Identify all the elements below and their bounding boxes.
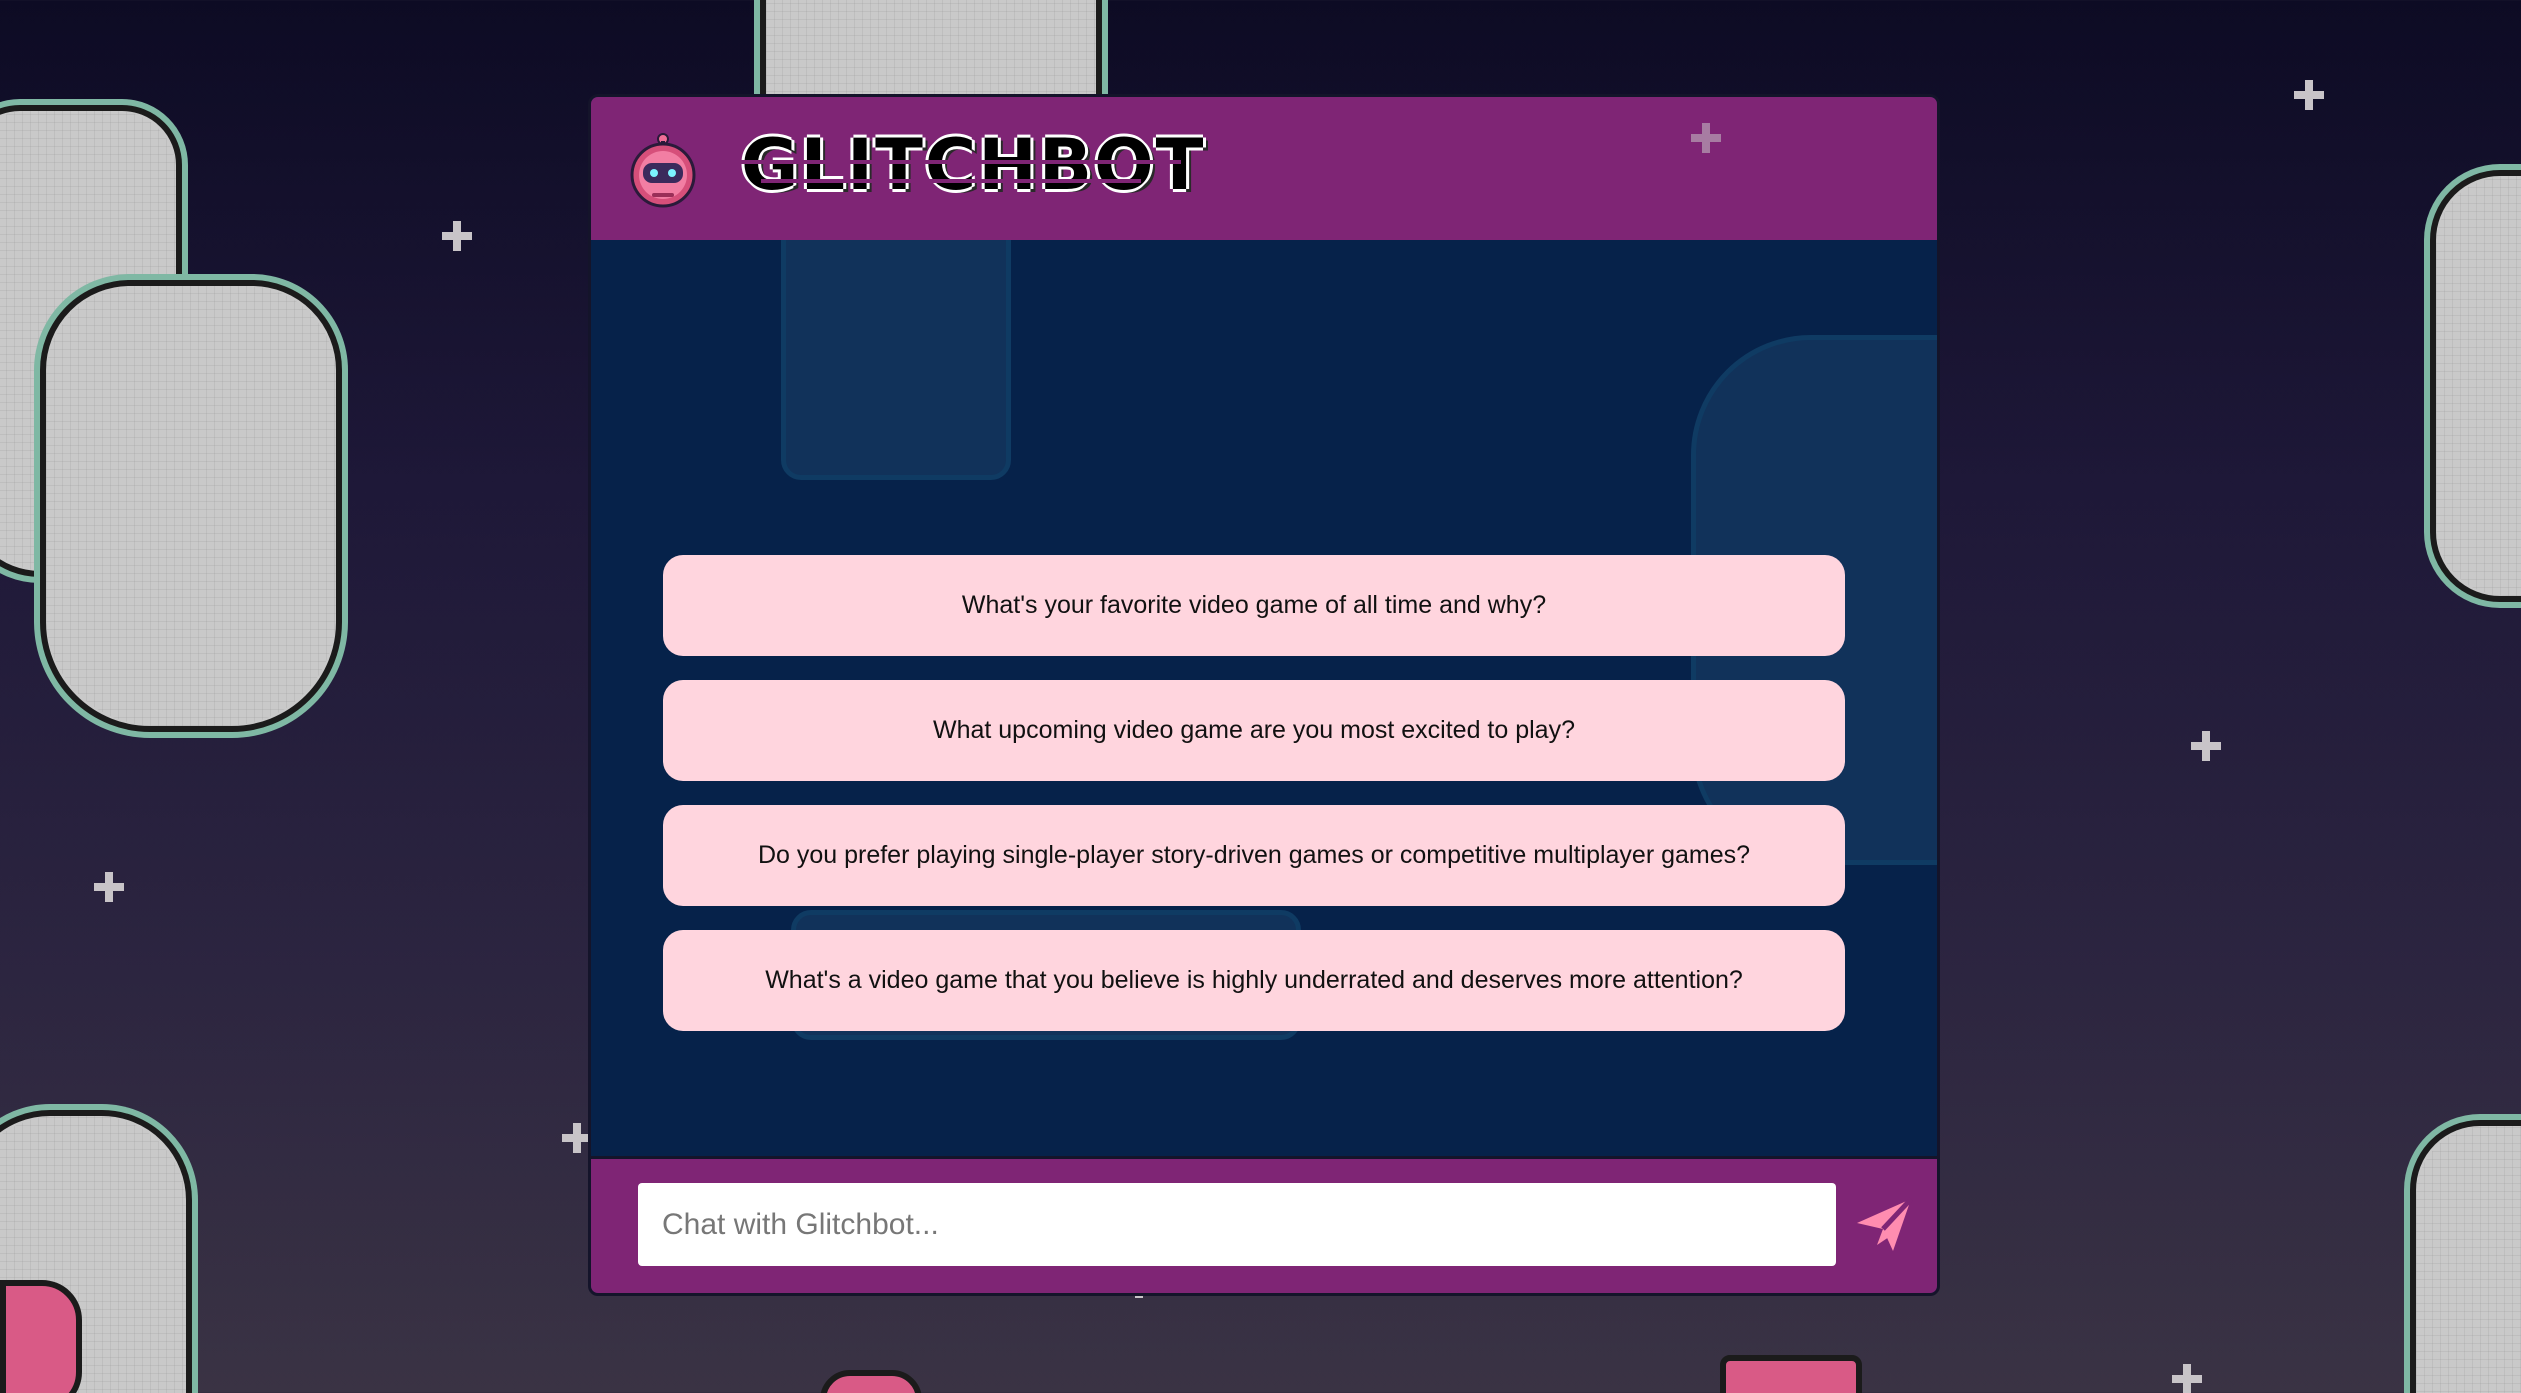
sparkle-icon bbox=[2294, 80, 2324, 110]
sparkle-icon bbox=[2191, 731, 2221, 761]
sparkle-icon bbox=[94, 872, 124, 902]
send-button[interactable] bbox=[1853, 1193, 1917, 1257]
app-title: GLITCHBOT bbox=[741, 124, 1206, 206]
pixel-speech-bubble bbox=[2430, 170, 2521, 602]
suggestion-button[interactable]: What's your favorite video game of all t… bbox=[663, 555, 1845, 656]
sparkle-icon bbox=[2172, 1364, 2202, 1393]
sparkle-icon bbox=[1691, 123, 1721, 153]
chat-window: GLITCHBOT What's your favorite video gam… bbox=[588, 94, 1940, 1296]
pixel-heart bbox=[1720, 1355, 1862, 1393]
send-icon bbox=[1857, 1197, 1913, 1251]
pixel-speech-bubble bbox=[40, 280, 342, 732]
suggestion-button[interactable]: What's a video game that you believe is … bbox=[663, 930, 1845, 1031]
sparkle-icon bbox=[442, 221, 472, 251]
pixel-speech-bubble bbox=[2410, 1120, 2521, 1393]
background-bubble bbox=[781, 240, 1011, 480]
suggestion-button[interactable]: Do you prefer playing single-player stor… bbox=[663, 805, 1845, 906]
chat-header: GLITCHBOT bbox=[591, 97, 1937, 240]
title-glitch-line bbox=[761, 179, 1141, 183]
pixel-heart bbox=[820, 1370, 922, 1393]
robot-avatar-icon bbox=[630, 133, 696, 208]
chat-input[interactable] bbox=[638, 1183, 1836, 1266]
suggested-prompts: What's your favorite video game of all t… bbox=[663, 555, 1845, 1055]
suggestion-button[interactable]: What upcoming video game are you most ex… bbox=[663, 680, 1845, 781]
chat-input-bar bbox=[591, 1156, 1937, 1293]
title-glitch-line bbox=[741, 160, 1181, 164]
pixel-heart bbox=[0, 1280, 82, 1393]
chat-messages-area: What's your favorite video game of all t… bbox=[591, 240, 1937, 1156]
